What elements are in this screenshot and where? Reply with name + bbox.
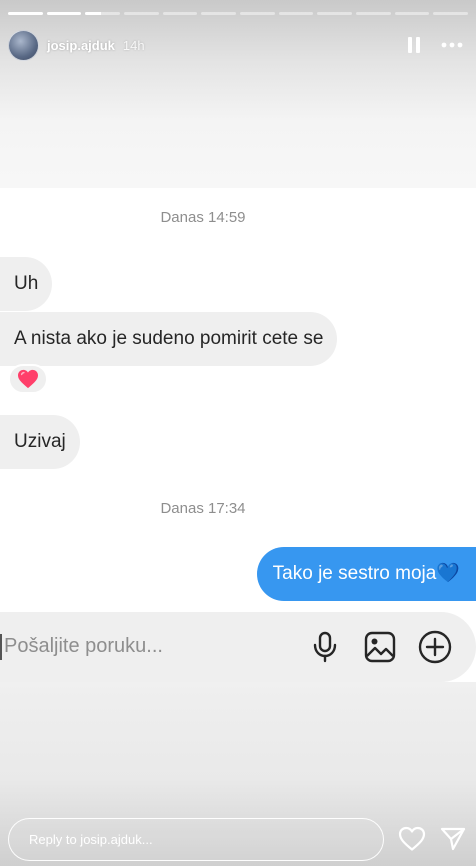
progress-fill: [85, 12, 101, 15]
incoming-message: Uzivaj: [0, 415, 80, 469]
progress-fill: [46, 12, 82, 15]
incoming-message: Uh: [0, 257, 53, 311]
more-options-icon[interactable]: [438, 33, 466, 57]
chat-screenshot: Danas 14:59 Uh A nista ako je sudeno pom…: [0, 188, 476, 682]
reply-placeholder: Reply to josip.ajduk...: [29, 832, 153, 847]
text-caret: [0, 634, 2, 660]
pause-icon[interactable]: [402, 33, 426, 57]
username[interactable]: josip.ajduk: [47, 38, 115, 53]
chat-timestamp: Danas 17:34: [160, 500, 246, 517]
progress-segment: [8, 12, 43, 15]
outgoing-message: Tako je sestro moja💙: [256, 547, 476, 601]
composer-placeholder: Pošaljite poruku...: [4, 635, 163, 657]
progress-segment: [162, 12, 198, 15]
heart-reaction-icon: [8, 364, 48, 394]
progress-segment: [124, 12, 159, 15]
story-viewer[interactable]: josip.ajduk 14h Danas 14:59 Uh A nista a…: [0, 0, 476, 866]
progress-segment: [317, 12, 353, 15]
progress-segment: [394, 12, 430, 15]
progress-segment: [201, 12, 237, 15]
story-time: 14h: [122, 37, 145, 53]
progress-segment: [433, 12, 469, 15]
story-header: josip.ajduk 14h: [8, 28, 466, 62]
progress-segment: [46, 12, 82, 15]
microphone-icon: [307, 629, 343, 665]
story-progress-bar: [8, 12, 469, 15]
chat-timestamp: Danas 14:59: [160, 209, 246, 226]
avatar[interactable]: [8, 29, 39, 61]
progress-segment: [356, 12, 391, 15]
progress-segment: [278, 12, 314, 15]
progress-segment: [85, 12, 121, 15]
reply-input[interactable]: Reply to josip.ajduk...: [8, 818, 384, 861]
add-icon: [417, 629, 453, 665]
message-composer: Pošaljite poruku...: [0, 612, 476, 682]
incoming-message: A nista ako je sudeno pomirit cete se: [0, 312, 338, 366]
like-heart-icon[interactable]: [398, 826, 426, 852]
progress-fill: [8, 12, 43, 15]
progress-segment: [240, 12, 275, 15]
send-icon[interactable]: [440, 826, 466, 852]
image-icon: [362, 629, 398, 665]
